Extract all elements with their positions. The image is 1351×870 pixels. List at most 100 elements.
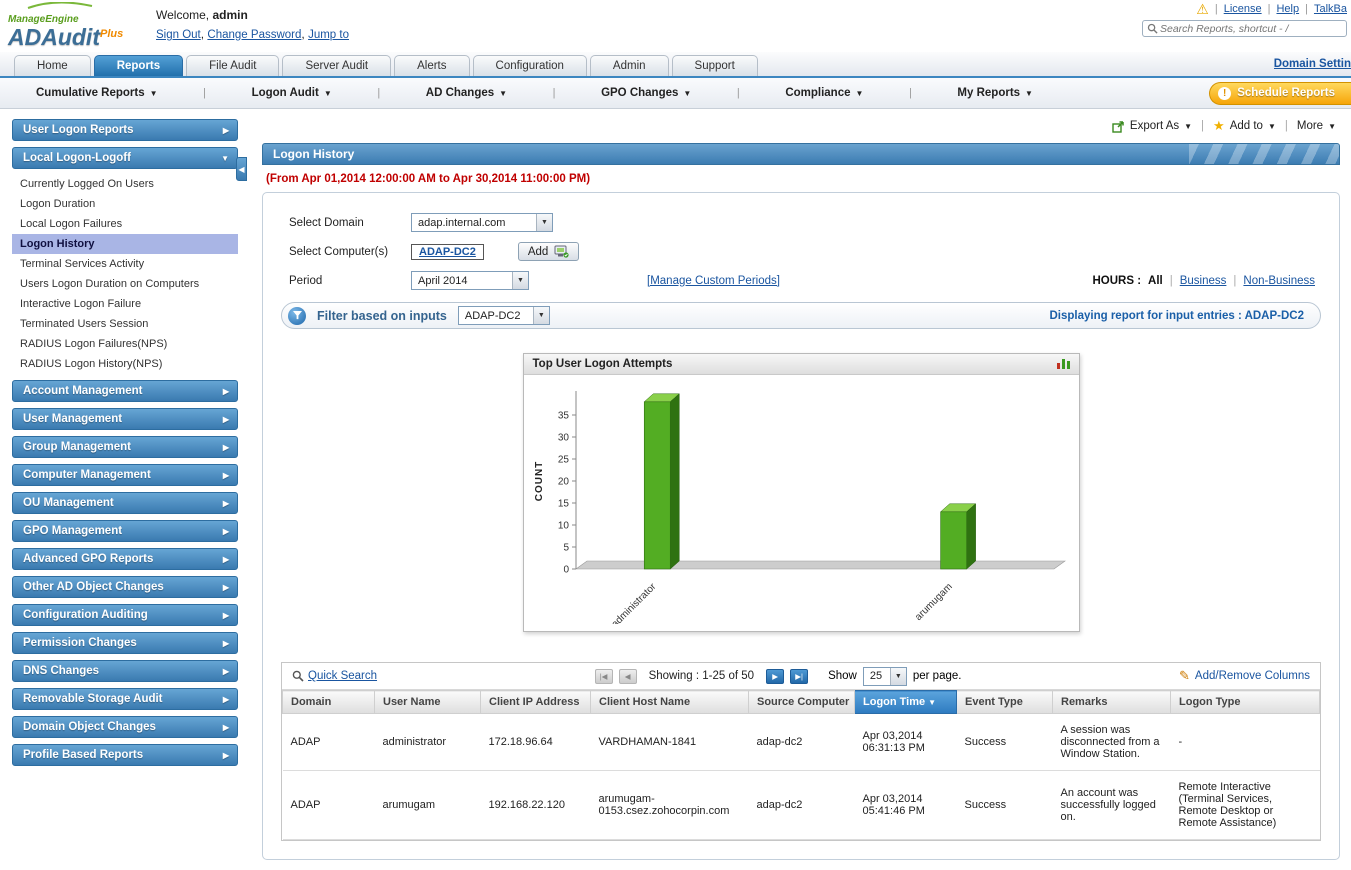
- sidebar-section-user-management[interactable]: User Management ▶: [12, 408, 238, 430]
- prev-page-button[interactable]: ◀: [618, 668, 637, 684]
- sidebar-section-domain-object-changes[interactable]: Domain Object Changes ▶: [12, 716, 238, 738]
- sidebar-collapse-handle[interactable]: ◀: [236, 157, 247, 181]
- tab-home[interactable]: Home: [14, 55, 91, 76]
- chart-panel: Top User Logon Attempts 0 5 10 15 20 25 30 35 CO…: [522, 353, 1080, 632]
- sidebar-section-permission-changes[interactable]: Permission Changes ▶: [12, 632, 238, 654]
- sidebar-section-configuration-auditing[interactable]: Configuration Auditing ▶: [12, 604, 238, 626]
- column-header-logon-type[interactable]: Logon Type: [1170, 690, 1320, 714]
- domain-dropdown[interactable]: adap.internal.com ▼: [411, 213, 553, 232]
- column-header-client-ip-address[interactable]: Client IP Address: [480, 690, 591, 714]
- filter-input-dropdown[interactable]: ADAP-DC2 ▼: [457, 306, 550, 325]
- column-header-event-type[interactable]: Event Type: [956, 690, 1053, 714]
- talkback-link[interactable]: TalkBa: [1314, 3, 1347, 15]
- sign-out-link[interactable]: Sign Out: [156, 29, 201, 41]
- change-password-link[interactable]: Change Password: [207, 29, 301, 41]
- schedule-reports-button[interactable]: ! Schedule Reports: [1209, 81, 1351, 105]
- next-page-button[interactable]: ▶: [766, 668, 785, 684]
- tab-server-audit[interactable]: Server Audit: [282, 55, 392, 76]
- sidebar-section-advanced-gpo-reports[interactable]: Advanced GPO Reports ▶: [12, 548, 238, 570]
- add-remove-columns-link[interactable]: ✎ Add/Remove Columns: [1179, 668, 1310, 684]
- last-page-button[interactable]: ▶|: [790, 668, 809, 684]
- computer-chip[interactable]: ADAP-DC2: [411, 243, 484, 260]
- sidebar-item-radius-logon-history-nps[interactable]: RADIUS Logon History(NPS): [12, 354, 238, 374]
- more-button[interactable]: More ▼: [1297, 120, 1336, 132]
- filter-info-icon[interactable]: [288, 306, 306, 325]
- tab-configuration[interactable]: Configuration: [472, 55, 587, 76]
- column-header-source-computer[interactable]: Source Computer: [748, 690, 855, 714]
- period-dropdown[interactable]: April 2014 ▼: [411, 271, 529, 290]
- subnav-item-gpo-changes[interactable]: GPO Changes ▼: [593, 87, 699, 99]
- page-size-dropdown[interactable]: 25 ▼: [862, 666, 907, 686]
- table-cell: 192.168.22.120: [480, 770, 591, 840]
- table-cell: An account was successfully logged on.: [1052, 770, 1171, 840]
- sidebar-item-logon-history[interactable]: Logon History: [12, 234, 238, 254]
- hours-nonbusiness-link[interactable]: Non-Business: [1243, 275, 1315, 287]
- star-icon: ★: [1213, 118, 1225, 133]
- column-header-user-name[interactable]: User Name: [374, 690, 481, 714]
- table-cell: administrator: [374, 713, 481, 771]
- hours-business-link[interactable]: Business: [1180, 275, 1227, 287]
- tab-file-audit[interactable]: File Audit: [186, 55, 280, 76]
- sidebar-section-computer-management[interactable]: Computer Management ▶: [12, 464, 238, 486]
- sidebar-section-group-management[interactable]: Group Management ▶: [12, 436, 238, 458]
- chart-bar[interactable]: [939, 511, 967, 570]
- column-header-remarks[interactable]: Remarks: [1052, 690, 1171, 714]
- sidebar-section-removable-storage-audit[interactable]: Removable Storage Audit ▶: [12, 688, 238, 710]
- add-to-button[interactable]: ★ Add to ▼: [1213, 118, 1276, 134]
- filter-dropdown-value: ADAP-DC2: [464, 309, 521, 322]
- chevron-right-icon: ▶: [222, 554, 229, 564]
- subnav-item-ad-changes[interactable]: AD Changes ▼: [418, 87, 515, 99]
- sidebar-section-gpo-management[interactable]: GPO Management ▶: [12, 520, 238, 542]
- subnav-item-compliance[interactable]: Compliance ▼: [777, 87, 871, 99]
- column-header-domain[interactable]: Domain: [282, 690, 375, 714]
- sidebar-item-interactive-logon-failure[interactable]: Interactive Logon Failure: [12, 294, 238, 314]
- sidebar-section-user-logon-reports[interactable]: User Logon Reports ▶: [12, 119, 238, 141]
- sidebar-item-terminal-services-activity[interactable]: Terminal Services Activity: [12, 254, 238, 274]
- alert-icon: !: [1218, 86, 1232, 100]
- bar-chart-icon[interactable]: [1056, 359, 1070, 369]
- sidebar-section-other-ad-object-changes[interactable]: Other AD Object Changes ▶: [12, 576, 238, 598]
- svg-text:30: 30: [557, 433, 569, 444]
- sidebar-section-account-management[interactable]: Account Management ▶: [12, 380, 238, 402]
- domain-settings-link[interactable]: Domain Settin: [1274, 58, 1351, 70]
- export-as-label: Export As: [1129, 120, 1180, 132]
- chevron-right-icon: ▶: [222, 125, 229, 135]
- manage-custom-periods-link[interactable]: [Manage Custom Periods]: [647, 275, 780, 287]
- sidebar-item-logon-duration[interactable]: Logon Duration: [12, 194, 238, 214]
- tab-support[interactable]: Support: [671, 55, 758, 76]
- export-as-button[interactable]: Export As ▼: [1112, 120, 1192, 133]
- sidebar-item-radius-logon-failures-nps[interactable]: RADIUS Logon Failures(NPS): [12, 334, 238, 354]
- sidebar-item-users-logon-duration-on-computers[interactable]: Users Logon Duration on Computers: [12, 274, 238, 294]
- sidebar-section-dns-changes[interactable]: DNS Changes ▶: [12, 660, 238, 682]
- tab-alerts[interactable]: Alerts: [394, 55, 470, 76]
- tab-admin[interactable]: Admin: [589, 55, 669, 76]
- search-input[interactable]: [1158, 21, 1342, 36]
- first-page-button[interactable]: |◀: [594, 668, 613, 684]
- tab-reports[interactable]: Reports: [93, 55, 184, 76]
- sidebar-item-currently-logged-on-users[interactable]: Currently Logged On Users: [12, 174, 238, 194]
- subnav-item-my-reports[interactable]: My Reports ▼: [949, 87, 1041, 99]
- add-button[interactable]: Add: [517, 242, 580, 261]
- sidebar-item-terminated-users-session[interactable]: Terminated Users Session: [12, 314, 238, 334]
- filter-bar: Filter based on inputs ADAP-DC2 ▼ Displa…: [281, 302, 1321, 329]
- sidebar-section-ou-management[interactable]: OU Management ▶: [12, 492, 238, 514]
- subnav-item-cumulative-reports[interactable]: Cumulative Reports ▼: [28, 87, 166, 99]
- chart-bar[interactable]: [643, 401, 671, 570]
- sidebar-section-profile-based-reports[interactable]: Profile Based Reports ▶: [12, 744, 238, 766]
- hours-all[interactable]: All: [1148, 275, 1163, 287]
- search-box[interactable]: [1142, 20, 1347, 37]
- table-body: ADAP administrator 172.18.96.64 VARDHAMAN-1…: [282, 713, 1320, 840]
- sidebar-item-local-logon-failures[interactable]: Local Logon Failures: [12, 214, 238, 234]
- help-link[interactable]: Help: [1276, 3, 1299, 15]
- app-logo[interactable]: ManageEngine ADAuditPlus: [0, 0, 150, 52]
- chevron-down-icon: ▼: [683, 88, 692, 98]
- subnav-item-logon-audit[interactable]: Logon Audit ▼: [244, 87, 340, 99]
- sidebar-section-local-logon-logoff[interactable]: Local Logon-Logoff ▼: [12, 147, 238, 169]
- quick-search-link[interactable]: Quick Search: [292, 670, 377, 682]
- warning-icon[interactable]: ⚠: [1196, 2, 1209, 16]
- column-header-logon-time[interactable]: Logon Time ▼: [854, 690, 957, 714]
- license-link[interactable]: License: [1224, 3, 1262, 15]
- column-header-client-host-name[interactable]: Client Host Name: [590, 690, 749, 714]
- x-axis-label: administrator: [609, 581, 658, 624]
- jump-to-link[interactable]: Jump to: [308, 29, 349, 41]
